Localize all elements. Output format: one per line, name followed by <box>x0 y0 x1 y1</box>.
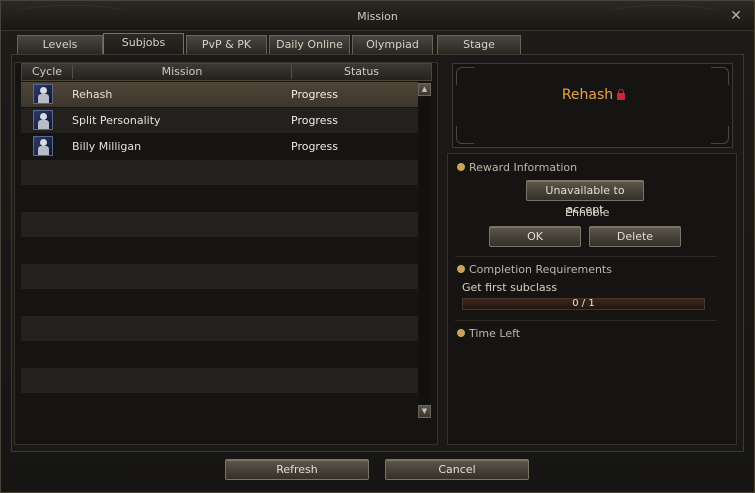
list-header: Cycle Mission Status <box>21 63 432 81</box>
progress-text: 0 / 1 <box>572 298 595 309</box>
reward-section-label: Reward Information <box>457 161 577 174</box>
mission-row[interactable]: Split Personality Progress <box>21 108 418 133</box>
frame-corner-ornament <box>456 126 474 144</box>
scroll-icon <box>457 265 465 273</box>
delete-button[interactable]: Delete <box>589 226 681 247</box>
class-portrait-icon <box>33 136 53 156</box>
tab-subjobs[interactable]: Subjobs <box>103 33 184 54</box>
lock-icon <box>617 89 626 100</box>
mission-status: Progress <box>291 88 338 101</box>
time-left-section-label: Time Left <box>457 327 520 340</box>
requirement-text: Get first subclass <box>462 281 558 294</box>
completion-section-label: Completion Requirements <box>457 263 612 276</box>
empty-row <box>21 264 418 289</box>
reward-label-text: Reward Information <box>469 161 578 174</box>
column-status[interactable]: Status <box>292 64 431 80</box>
empty-row <box>21 342 418 367</box>
class-portrait-icon <box>33 84 53 104</box>
mission-status: Progress <box>291 114 338 127</box>
window-title: Mission <box>357 10 398 23</box>
column-mission[interactable]: Mission <box>73 64 291 80</box>
empty-row <box>21 160 418 185</box>
refresh-button[interactable]: Refresh <box>225 459 369 480</box>
reward-bag-icon <box>457 163 465 171</box>
frame-corner-ornament <box>456 67 474 85</box>
mission-title-panel: Rehash <box>452 63 733 148</box>
tab-stage[interactable]: Stage <box>437 35 521 54</box>
timer-icon <box>457 329 465 337</box>
ok-button[interactable]: OK <box>489 226 581 247</box>
empty-row <box>21 316 418 341</box>
section-divider <box>455 320 717 321</box>
time-left-label-text: Time Left <box>469 327 521 340</box>
empty-row <box>21 290 418 315</box>
frame-corner-ornament <box>711 67 729 85</box>
mission-name: Rehash <box>72 88 113 101</box>
frame-corner-ornament <box>711 126 729 144</box>
mission-row[interactable]: Rehash Progress <box>21 82 418 107</box>
empty-row <box>21 212 418 237</box>
reward-text: Ennoble <box>565 206 610 219</box>
section-divider <box>455 256 717 257</box>
title-bar[interactable]: Mission ✕ <box>1 1 754 31</box>
empty-row <box>21 238 418 263</box>
mission-row[interactable]: Billy Milligan Progress <box>21 134 418 159</box>
scrollbar-track[interactable] <box>419 97 430 404</box>
tab-levels[interactable]: Levels <box>17 35 103 54</box>
tab-pvp-pk[interactable]: PvP & PK <box>186 35 267 54</box>
class-portrait-icon <box>33 110 53 130</box>
column-cycle[interactable]: Cycle <box>22 64 72 80</box>
scroll-down-arrow-icon[interactable]: ▼ <box>418 405 431 418</box>
close-icon[interactable]: ✕ <box>728 8 744 24</box>
cancel-button[interactable]: Cancel <box>385 459 529 480</box>
tab-olympiad[interactable]: Olympiad <box>352 35 433 54</box>
completion-progress-bar: 0 / 1 <box>462 298 705 310</box>
completion-label-text: Completion Requirements <box>469 263 612 276</box>
mission-status: Progress <box>291 140 338 153</box>
unavailable-to-accept-button[interactable]: Unavailable to accept <box>526 180 644 216</box>
tab-daily-online[interactable]: Daily Online <box>269 35 350 54</box>
empty-row <box>21 368 418 393</box>
mission-name: Billy Milligan <box>72 140 142 153</box>
mission-name: Split Personality <box>72 114 161 127</box>
empty-row <box>21 186 418 211</box>
selected-mission-name: Rehash <box>561 87 614 103</box>
empty-row <box>21 394 418 419</box>
scroll-up-arrow-icon[interactable]: ▲ <box>418 83 431 96</box>
selected-mission-title: Rehash <box>453 87 734 103</box>
